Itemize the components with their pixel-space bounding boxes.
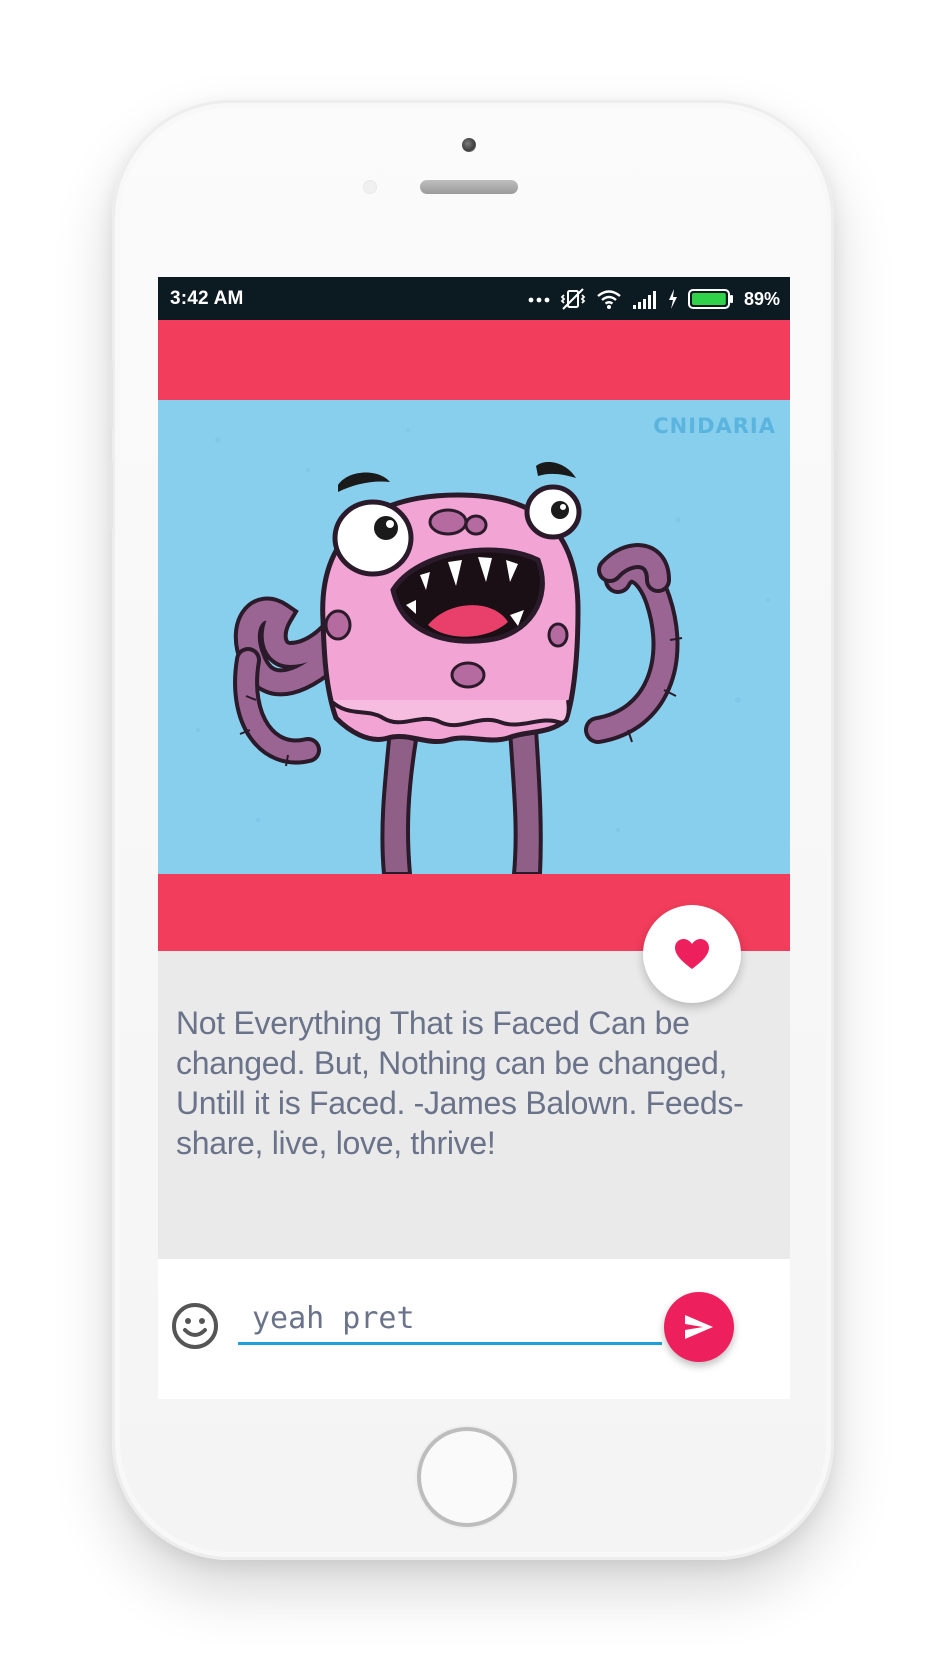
emoji-icon [172,1303,218,1349]
volume-down-button [108,460,113,530]
like-button[interactable] [643,905,741,1003]
phone-screen: 3:42 AM 89% CNIDARIA Not Everything That… [158,277,790,1399]
battery-fill [691,293,726,305]
battery-icon [687,289,733,309]
heart-icon [675,939,709,969]
send-button[interactable] [664,1292,734,1362]
message-composer [158,1259,790,1399]
wifi-icon [597,290,621,309]
image-watermark: CNIDARIA [653,414,776,438]
battery-percent: 89% [743,288,780,309]
charging-bolt-icon [668,289,677,309]
post-header-band [158,320,790,400]
status-bar: 3:42 AM 89% [158,277,790,320]
status-icons: 89% [528,285,780,313]
power-button [833,360,838,450]
signal-icon [632,291,656,309]
status-time: 3:42 AM [170,288,244,309]
vibrate-off-icon [560,288,586,310]
post-image[interactable]: CNIDARIA [158,400,790,874]
mockup-stage: 3:42 AM 89% CNIDARIA Not Everything That… [0,0,941,1680]
earpiece-speaker [420,180,518,194]
volume-up-button [108,360,113,430]
proximity-sensor [363,180,377,194]
monster-illustration [196,428,770,874]
emoji-button[interactable] [170,1301,220,1356]
post-caption: Not Everything That is Faced Can be chan… [176,1005,744,1161]
front-camera [462,138,476,152]
more-dots-icon [528,297,550,303]
home-button[interactable] [417,1427,517,1527]
message-input[interactable] [238,1295,662,1345]
send-icon [685,1315,713,1339]
